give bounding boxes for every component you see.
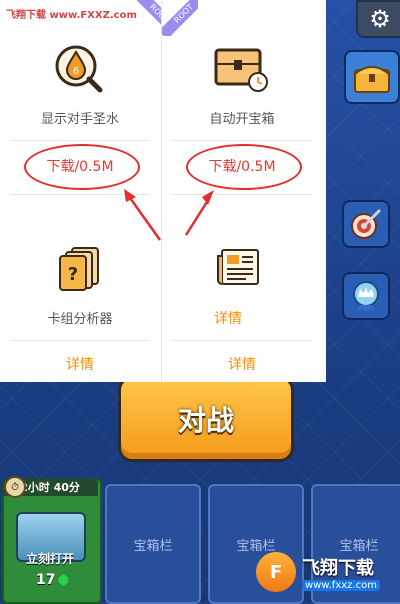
target-sword-icon [351,208,382,239]
newspaper-icon [216,246,262,292]
fxxz-logo-icon: F [256,552,296,592]
row-divider [10,340,150,341]
card-deck-question-icon: ? [58,246,102,296]
root-ribbon: ROOT [162,0,198,36]
details-link[interactable]: 详情 [172,354,312,374]
quests-button[interactable] [342,200,390,248]
highlight-circle [24,144,140,190]
root-ribbon-label: ROOT [133,0,161,36]
row-divider [172,140,312,141]
card-title: 显示对手圣水 [40,112,119,127]
treasure-chest-timer-icon [212,44,270,98]
logo-url: www.fxxz.com [302,579,380,591]
row-divider [172,340,312,341]
root-ribbon: ROOT [125,0,161,36]
chest-shop-button[interactable] [344,50,400,104]
site-watermark: 飞翔下载 www.FXXZ.com [6,10,137,21]
card-title: 卡组分析器 [47,312,113,327]
chest-slot-empty[interactable]: 宝箱栏 [105,484,201,604]
plugin-panel: 飞翔下载 www.FXXZ.com ROOT ROOT 6 显示对手圣水 下载/… [0,0,326,382]
details-link[interactable]: 详情 [10,354,150,374]
logo-name: 飞翔下载 [302,557,374,579]
gem-icon [58,574,69,586]
gem-cost: 17 [36,572,69,588]
card-title-details[interactable]: 详情 [158,308,298,328]
site-logo-watermark: F 飞翔下载 www.fxxz.com [256,548,396,596]
highlight-circle [186,144,302,190]
crown-badge-icon [353,281,379,312]
gem-cost-value: 17 [36,572,56,588]
unlock-now-label: 立刻打开 [25,552,74,566]
svg-text:?: ? [68,264,78,285]
svg-text:6: 6 [73,66,79,77]
battle-label: 对战 [177,404,234,437]
card-title: 自动开宝箱 [209,112,275,127]
settings-button[interactable]: ⚙ [356,0,400,38]
red-arrows [124,189,214,241]
elixir-search-icon: 6 [52,42,104,98]
gear-icon: ⚙ [369,5,391,33]
chest-timer-text: 2小时 40分 [20,481,80,494]
row-divider [10,140,150,141]
root-ribbon-label: ROOT [162,0,198,36]
clan-badge-button[interactable] [342,272,390,320]
battle-button[interactable]: 对战 [118,376,294,462]
stopwatch-icon: ⏱ [4,476,26,498]
chest-slot-label: 宝箱栏 [133,538,173,554]
treasure-chest-icon [354,66,390,93]
